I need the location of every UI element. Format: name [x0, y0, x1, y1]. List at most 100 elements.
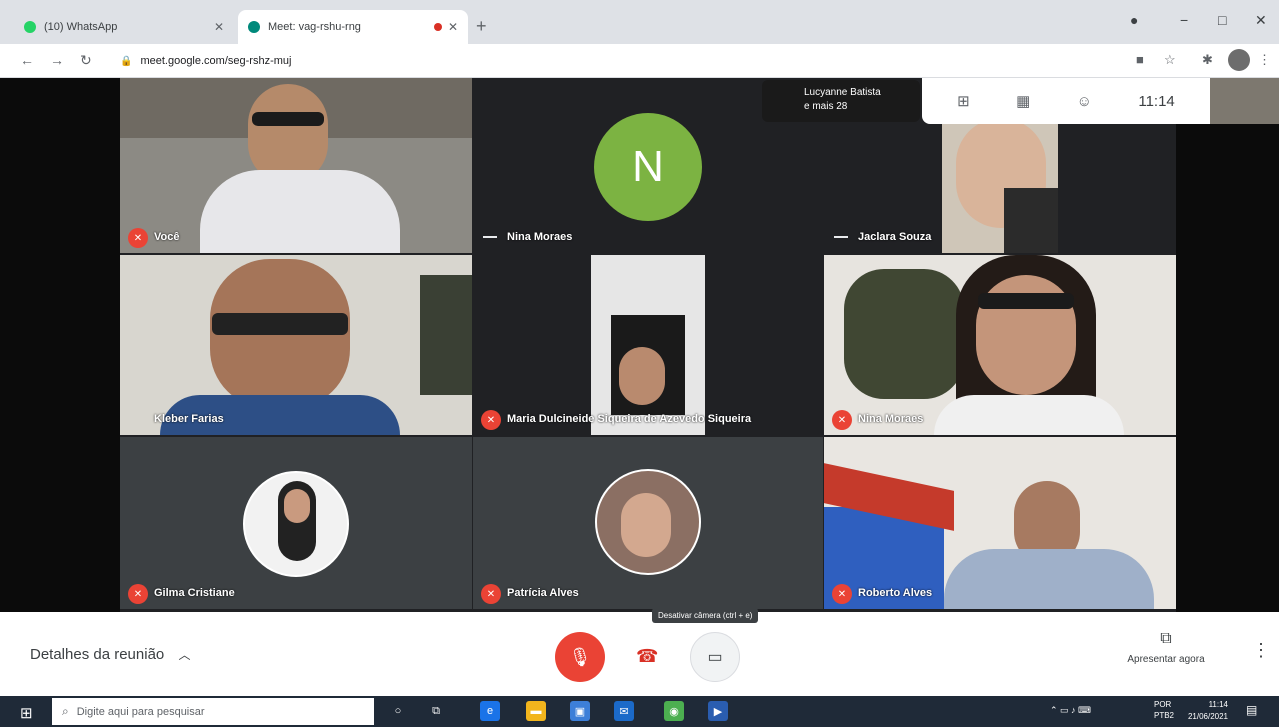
- close-window-button[interactable]: ✕: [1255, 12, 1267, 29]
- avatar-initial: N: [632, 142, 664, 191]
- meeting-details-button[interactable]: Detalhes da reunião ︿: [30, 646, 190, 663]
- input-language[interactable]: POR PTB2: [1154, 699, 1174, 721]
- account-icon[interactable]: ●: [1130, 12, 1138, 28]
- close-icon[interactable]: ✕: [448, 20, 458, 34]
- mic-toggle-button[interactable]: 🎙: [555, 632, 605, 682]
- windows-taskbar: ⊞ ⌕ Digite aqui para pesquisar ○ ⧉ e ▬ ▣…: [0, 696, 1279, 727]
- menu-icon[interactable]: ⋮: [1258, 52, 1271, 68]
- participants-summary[interactable]: Lucyanne Batista e mais 28: [762, 80, 920, 122]
- mic-off-icon: ✕: [832, 584, 852, 604]
- new-tab-button[interactable]: +: [476, 16, 487, 37]
- camera-toggle-button[interactable]: ▭: [690, 632, 740, 682]
- more-options-icon[interactable]: ⋮: [1252, 640, 1270, 661]
- video-glasses: [212, 313, 348, 335]
- task-view-icon[interactable]: ⧉: [426, 701, 446, 721]
- browser-tab-bar: (10) WhatsApp ✕ Meet: vag-rshu-rng ✕ + ●…: [0, 0, 1279, 44]
- meeting-details-label: Detalhes da reunião: [30, 646, 165, 663]
- cortana-icon[interactable]: ○: [388, 701, 408, 721]
- participant-name: Nina Moraes: [858, 413, 924, 425]
- avatar-face: [284, 489, 310, 523]
- participant-tile-nina-video[interactable]: ✕ Nina Moraes: [824, 255, 1176, 435]
- video-shirt: [934, 395, 1124, 435]
- url-text: meet.google.com/seg-rshz-muj: [140, 55, 292, 67]
- camera-indicator-icon[interactable]: ■: [1136, 52, 1144, 67]
- participant-tile-maria-dulcineide[interactable]: ✕ Maria Dulcineide Siqueira de Azevedo S…: [473, 255, 823, 435]
- participant-tile-kleber[interactable]: Kleber Farias: [120, 255, 472, 435]
- audio-indicator-icon: [483, 236, 497, 238]
- tab-meet[interactable]: Meet: vag-rshu-rng ✕: [238, 10, 468, 44]
- taskbar-search-input[interactable]: ⌕ Digite aqui para pesquisar: [52, 698, 374, 725]
- summary-line-1: Lucyanne Batista: [804, 87, 881, 98]
- video-plant: [420, 275, 472, 395]
- summary-line-2: e mais 28: [804, 101, 848, 112]
- url-field[interactable]: 🔒 meet.google.com/seg-rshz-muj: [120, 51, 1100, 71]
- tab-whatsapp[interactable]: (10) WhatsApp ✕: [14, 10, 234, 44]
- forward-icon[interactable]: →: [50, 52, 64, 68]
- video-plant: [844, 269, 964, 399]
- participant-name: Gilma Cristiane: [154, 587, 235, 599]
- self-view-thumbnail[interactable]: [1210, 78, 1279, 124]
- video-shoulder: [1004, 188, 1058, 253]
- camera-icon: ▭: [707, 649, 723, 666]
- back-icon[interactable]: ←: [20, 52, 34, 68]
- avatar: N: [594, 113, 702, 221]
- search-placeholder: Digite aqui para pesquisar: [76, 705, 205, 718]
- profile-avatar[interactable]: [1228, 49, 1250, 71]
- layout-code: PTB2: [1154, 711, 1175, 720]
- participant-name: Roberto Alves: [858, 587, 933, 599]
- chrome-icon[interactable]: ◉: [664, 701, 684, 721]
- people-icon[interactable]: ☺: [1077, 93, 1092, 110]
- lock-icon: 🔒: [120, 55, 133, 67]
- edge-icon[interactable]: e: [480, 701, 500, 721]
- mail-icon[interactable]: ✉: [614, 701, 634, 721]
- restore-button[interactable]: □: [1218, 12, 1226, 28]
- chevron-up-icon: ︿: [178, 648, 191, 662]
- minimize-button[interactable]: −: [1180, 12, 1188, 28]
- clock-date: 21/06/2021: [1187, 712, 1228, 721]
- notification-icon[interactable]: ▤: [1246, 703, 1257, 717]
- stage-margin-right: [1176, 78, 1279, 612]
- tab-title: (10) WhatsApp: [44, 21, 118, 33]
- address-bar-row: ← → ↻ 🔒 meet.google.com/seg-rshz-muj ■ ☆…: [0, 44, 1279, 78]
- taskbar-clock[interactable]: 11:14 21/06/2021: [1186, 699, 1228, 723]
- layout-icon[interactable]: ⊞: [957, 92, 970, 110]
- store-icon[interactable]: ▣: [570, 701, 590, 721]
- meeting-clock: 11:14: [1138, 92, 1175, 110]
- participant-name: Patrícia Alves: [507, 587, 579, 599]
- whatsapp-icon: [24, 21, 36, 33]
- avatar-face: [621, 493, 671, 557]
- video-head: [248, 84, 328, 184]
- audio-indicator-icon: [834, 236, 848, 238]
- participant-tile-patricia[interactable]: ✕ Patrícia Alves: [473, 437, 823, 609]
- system-tray-icons[interactable]: ⌃ ▭ ♪ ⌨: [1050, 705, 1091, 716]
- tab-title: Meet: vag-rshu-rng: [268, 21, 361, 33]
- extensions-icon[interactable]: ✱: [1202, 52, 1213, 68]
- mic-off-icon: ✕: [481, 410, 501, 430]
- app-icon[interactable]: ▶: [708, 701, 728, 721]
- clock-time: 11:14: [1208, 700, 1228, 709]
- participant-tile-gilma[interactable]: ✕ Gilma Cristiane: [120, 437, 472, 609]
- mic-off-icon: ✕: [128, 228, 148, 248]
- hang-up-button[interactable]: ☎: [636, 646, 658, 667]
- video-shirt: [200, 170, 400, 253]
- language-code: POR: [1154, 700, 1172, 709]
- participant-name: Jaclara Souza: [858, 231, 932, 243]
- file-explorer-icon[interactable]: ▬: [526, 701, 546, 721]
- participant-name: Maria Dulcineide Siqueira de Azevedo Siq…: [507, 413, 752, 425]
- mic-off-icon: 🎙: [568, 646, 592, 667]
- star-icon[interactable]: ☆: [1164, 52, 1176, 68]
- close-icon[interactable]: ✕: [214, 20, 224, 34]
- present-now-label: Apresentar agora: [1127, 654, 1205, 665]
- participant-tile-you[interactable]: ✕ Você: [120, 78, 472, 253]
- reload-icon[interactable]: ↻: [80, 52, 92, 69]
- video-shirt: [944, 549, 1154, 609]
- participant-name: Nina Moraes: [507, 231, 573, 243]
- top-right-toolbar: ⊞ ▦ ☺ 11:14: [922, 78, 1210, 124]
- windows-start-icon[interactable]: ⊞: [20, 704, 33, 722]
- mic-off-icon: ✕: [128, 584, 148, 604]
- grid-view-icon[interactable]: ▦: [1016, 92, 1030, 110]
- meeting-controls-bar: Detalhes da reunião ︿ 🎙 ☎ ▭ ⧉ Apresentar…: [0, 612, 1279, 696]
- stage-margin-left: [0, 78, 120, 612]
- participant-tile-roberto[interactable]: ✕ Roberto Alves: [824, 437, 1176, 609]
- present-now-button[interactable]: ⧉ Apresentar agora: [1106, 630, 1226, 665]
